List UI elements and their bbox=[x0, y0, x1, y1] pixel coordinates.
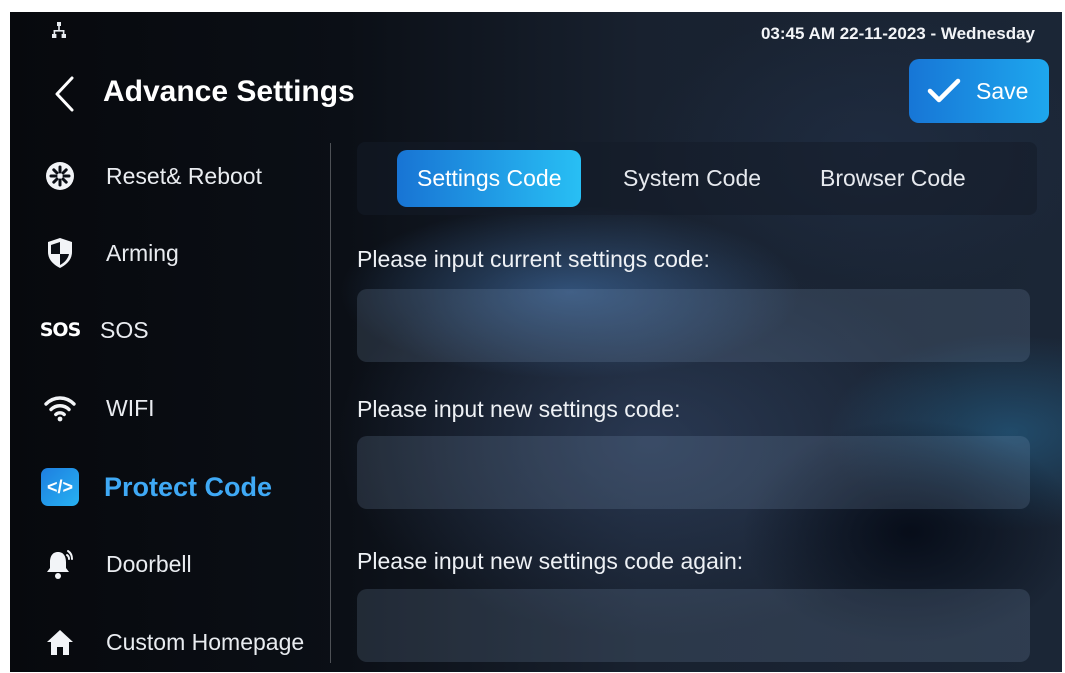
sidebar-item-doorbell[interactable]: Doorbell bbox=[40, 534, 330, 594]
page-title: Advance Settings bbox=[103, 75, 355, 108]
checkmark-icon bbox=[927, 78, 961, 103]
sidebar-item-arming[interactable]: Arming bbox=[40, 223, 330, 283]
save-button[interactable]: Save bbox=[909, 59, 1049, 123]
sidebar-item-label: Arming bbox=[106, 239, 179, 266]
wifi-icon bbox=[40, 388, 80, 428]
reset-icon bbox=[40, 156, 80, 196]
current-code-input[interactable] bbox=[357, 289, 1030, 362]
chevron-left-icon bbox=[55, 76, 74, 112]
sos-icon: SOS bbox=[39, 319, 82, 341]
confirm-code-input[interactable] bbox=[357, 589, 1030, 662]
tab-browser-code[interactable]: Browser Code bbox=[820, 150, 966, 207]
back-button[interactable] bbox=[48, 74, 82, 114]
sidebar-item-reset-reboot[interactable]: Reset& Reboot bbox=[40, 146, 330, 206]
code-icon: </> bbox=[40, 467, 80, 507]
home-icon bbox=[40, 622, 80, 662]
new-code-label: Please input new settings code: bbox=[357, 396, 681, 422]
shield-icon bbox=[40, 233, 80, 273]
confirm-code-label: Please input new settings code again: bbox=[357, 548, 744, 574]
tab-system-code[interactable]: System Code bbox=[623, 150, 761, 207]
sidebar-item-label: Reset& Reboot bbox=[106, 162, 262, 189]
sidebar-divider bbox=[330, 143, 331, 663]
tab-settings-code[interactable]: Settings Code bbox=[397, 150, 582, 207]
new-code-input[interactable] bbox=[357, 436, 1030, 509]
save-label: Save bbox=[976, 77, 1029, 104]
sidebar-item-protect-code[interactable]: </> Protect Code bbox=[40, 457, 330, 517]
tab-bar: Settings Code System Code Browser Code bbox=[357, 142, 1037, 215]
bell-icon bbox=[40, 544, 80, 584]
sidebar-item-label: Protect Code bbox=[104, 471, 273, 502]
sidebar-item-wifi[interactable]: WIFI bbox=[40, 378, 330, 438]
status-clock: 03:45 AM 22-11-2023 - Wednesday bbox=[760, 24, 1035, 43]
sidebar-item-label: SOS bbox=[100, 316, 149, 343]
current-code-label: Please input current settings code: bbox=[357, 246, 710, 272]
sidebar-item-label: Custom Homepage bbox=[106, 628, 305, 655]
sidebar-item-label: Doorbell bbox=[106, 550, 192, 577]
ethernet-icon bbox=[52, 22, 66, 38]
sidebar-item-sos[interactable]: SOS SOS bbox=[40, 300, 330, 360]
sidebar-item-custom-homepage[interactable]: Custom Homepage bbox=[40, 612, 330, 672]
sidebar-item-label: WIFI bbox=[106, 394, 155, 421]
device-screen: 03:45 AM 22-11-2023 - Wednesday Advance … bbox=[10, 12, 1062, 672]
